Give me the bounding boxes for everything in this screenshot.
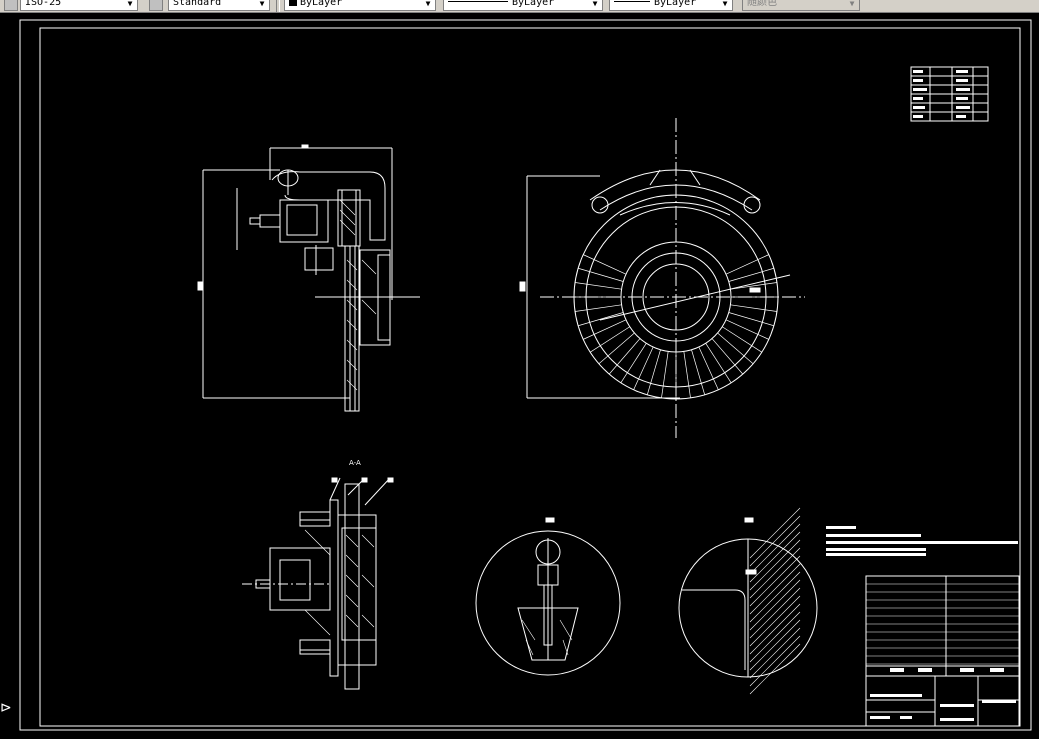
disc-vent-line <box>598 332 635 365</box>
dimension-style-value: ISO-25 <box>25 0 62 8</box>
disc-vent-line <box>646 349 661 395</box>
detail-view-2 <box>678 507 818 695</box>
color-control-value: ByLayer <box>300 0 343 8</box>
outer-frame <box>19 19 1032 731</box>
hatch-line <box>749 555 801 607</box>
detail-view-1 <box>475 517 621 676</box>
hatch-line <box>749 563 801 615</box>
disc-vent-line <box>608 338 641 375</box>
linetype-control-select[interactable]: ByLayer ▼ <box>443 0 603 11</box>
chevron-down-icon: ▼ <box>127 0 133 8</box>
hatch-line <box>749 571 801 623</box>
disc-vent-line <box>661 351 669 399</box>
technical-notes <box>826 526 1018 556</box>
side-view-caliper <box>197 144 420 412</box>
dimension-style-icon[interactable] <box>4 0 18 11</box>
chevron-down-icon: ▼ <box>722 0 728 8</box>
hatch-line <box>749 603 801 655</box>
color-swatch-icon <box>289 0 297 6</box>
text-style-select[interactable]: Standard ▼ <box>168 0 270 11</box>
disc-vent-line <box>683 351 691 399</box>
hatch-line <box>749 619 801 671</box>
disc-vent-line <box>711 338 744 375</box>
linetype-control-value: ByLayer <box>512 0 555 8</box>
hatch-line <box>749 507 801 559</box>
hatch-line <box>749 627 801 679</box>
lineweight-control-select[interactable]: ByLayer ▼ <box>609 0 733 11</box>
hatch-line <box>749 523 801 575</box>
disc-vent-line <box>717 332 754 365</box>
lineweight-control-label: ByLayer <box>614 0 696 9</box>
hatch-line <box>749 643 801 695</box>
linetype-preview-icon <box>448 1 508 2</box>
color-control-label: ByLayer <box>289 0 342 9</box>
chevron-down-icon: ▼ <box>849 0 855 8</box>
linetype-control-label: ByLayer <box>448 0 554 9</box>
disc-vent-line <box>574 304 622 312</box>
properties-toolbar: ISO-25 ▼ Standard ▼ ByLayer ▼ ByLayer ▼ … <box>0 0 1039 13</box>
ucs-icon: ⊳ <box>0 700 12 716</box>
color-control-select[interactable]: ByLayer ▼ <box>284 0 436 11</box>
inner-frame <box>39 27 1021 727</box>
dimension-style-select[interactable]: ISO-25 ▼ <box>20 0 138 11</box>
chevron-down-icon: ▼ <box>592 0 598 8</box>
section-label-aa: A-A <box>349 459 361 467</box>
plot-style-select[interactable]: 随颜色 ▼ <box>742 0 860 11</box>
disc-vent-line <box>578 267 624 282</box>
disc-vent-line <box>728 267 774 282</box>
disc-vent-line <box>691 349 706 395</box>
disc-vent-line <box>574 282 622 290</box>
chevron-down-icon: ▼ <box>259 0 265 8</box>
disc-vent-line <box>728 312 774 327</box>
hatch-line <box>749 587 801 639</box>
lineweight-control-value: ByLayer <box>654 0 697 8</box>
text-style-icon[interactable] <box>149 0 163 11</box>
text-style-value: Standard <box>173 0 222 8</box>
toolbar-separator <box>276 0 280 12</box>
disc-vent-line <box>578 312 624 327</box>
title-block <box>865 575 1020 727</box>
hatch-line <box>749 539 801 591</box>
front-view-disc <box>519 118 805 438</box>
chevron-down-icon: ▼ <box>425 0 431 8</box>
lineweight-preview-icon <box>614 1 650 2</box>
hatch-line <box>749 595 801 647</box>
drawing-canvas[interactable]: A-A <box>0 13 1039 739</box>
disc-vent-line <box>730 304 778 312</box>
plot-style-value: 随颜色 <box>747 0 777 8</box>
hatch-line <box>749 611 801 663</box>
parts-table-small <box>910 66 989 122</box>
hatch-line <box>749 579 801 631</box>
hatch-line <box>749 515 801 567</box>
hatch-line <box>749 547 801 599</box>
section-a-a-view: A-A <box>242 459 394 690</box>
